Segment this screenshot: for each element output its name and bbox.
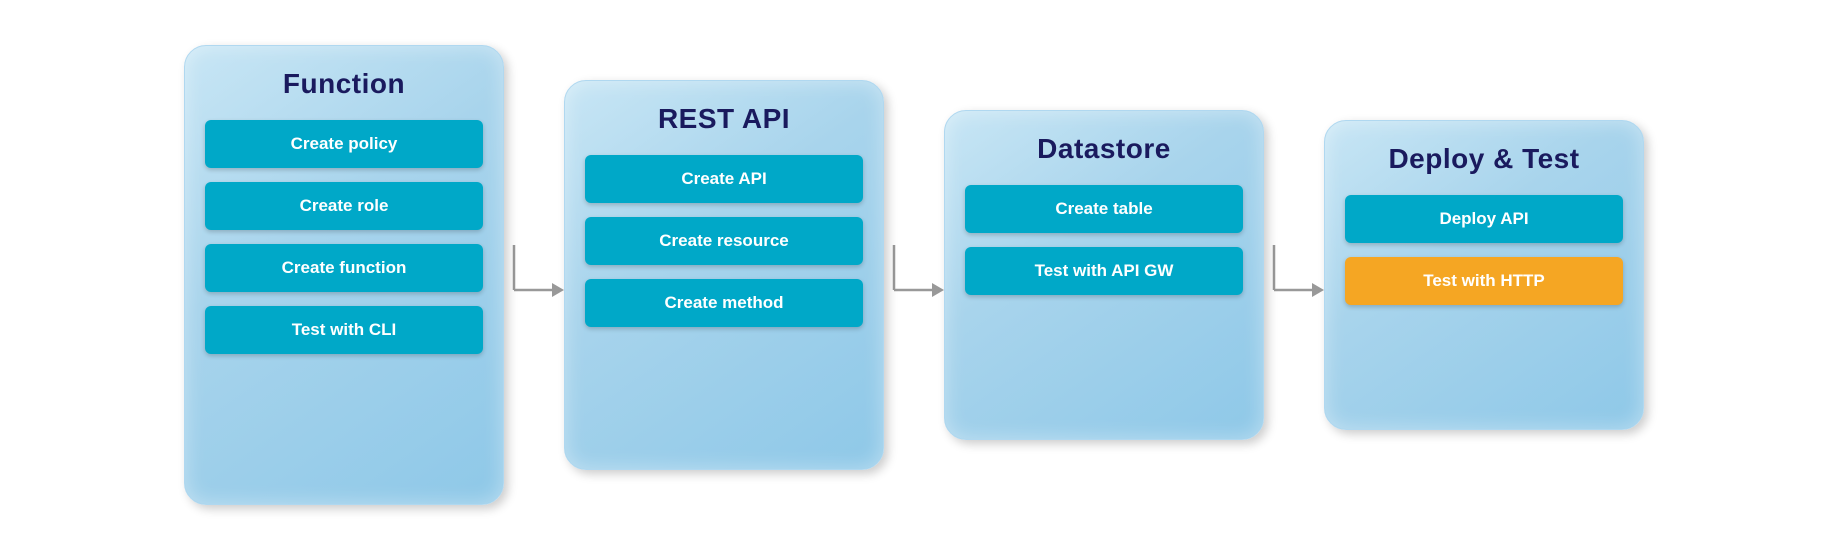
arrow-3 — [1264, 235, 1324, 315]
panel-function-items: Create policy Create role Create functio… — [205, 120, 483, 354]
arrow-2 — [884, 235, 944, 315]
panel-deploy-test-title: Deploy & Test — [1388, 143, 1579, 175]
panel-datastore-title: Datastore — [1037, 133, 1171, 165]
panel-deploy-test-items: Deploy API Test with HTTP — [1345, 195, 1623, 305]
arrow-1-svg — [504, 235, 564, 315]
create-resource-button[interactable]: Create resource — [585, 217, 863, 265]
create-function-button[interactable]: Create function — [205, 244, 483, 292]
panel-rest-api-title: REST API — [658, 103, 790, 135]
test-with-cli-button[interactable]: Test with CLI — [205, 306, 483, 354]
arrow-2-svg — [884, 235, 944, 315]
diagram-container: Function Create policy Create role Creat… — [0, 0, 1828, 550]
create-method-button[interactable]: Create method — [585, 279, 863, 327]
panel-datastore-items: Create table Test with API GW — [965, 185, 1243, 295]
panel-function: Function Create policy Create role Creat… — [184, 45, 504, 505]
arrow-3-svg — [1264, 235, 1324, 315]
create-table-button[interactable]: Create table — [965, 185, 1243, 233]
test-with-api-gw-button[interactable]: Test with API GW — [965, 247, 1243, 295]
test-with-http-button[interactable]: Test with HTTP — [1345, 257, 1623, 305]
panel-rest-api-items: Create API Create resource Create method — [585, 155, 863, 327]
arrow-1 — [504, 235, 564, 315]
create-role-button[interactable]: Create role — [205, 182, 483, 230]
create-policy-button[interactable]: Create policy — [205, 120, 483, 168]
create-api-button[interactable]: Create API — [585, 155, 863, 203]
deploy-api-button[interactable]: Deploy API — [1345, 195, 1623, 243]
panel-rest-api: REST API Create API Create resource Crea… — [564, 80, 884, 470]
panel-deploy-test: Deploy & Test Deploy API Test with HTTP — [1324, 120, 1644, 430]
panel-datastore: Datastore Create table Test with API GW — [944, 110, 1264, 440]
panel-function-title: Function — [283, 68, 405, 100]
